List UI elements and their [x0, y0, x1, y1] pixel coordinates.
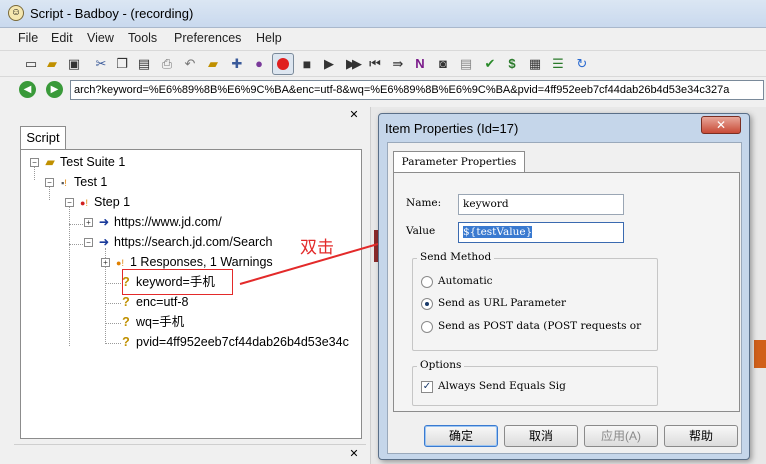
open-icon[interactable]: ▰	[43, 55, 61, 73]
options-title: Options	[417, 359, 465, 371]
value-label: Value	[406, 225, 436, 237]
close-icon[interactable]: ✕	[348, 109, 360, 121]
camera-icon[interactable]: ◙	[434, 55, 452, 73]
test-icon: ▪!	[61, 178, 67, 188]
tree-item-test-suite[interactable]: ▰ Test Suite 1	[43, 153, 125, 171]
bottom-panel	[14, 444, 366, 464]
tree-item-step[interactable]: ●! Step 1	[77, 193, 130, 211]
record-icon	[277, 58, 289, 70]
tree-item-parameter[interactable]: ? enc=utf-8	[119, 293, 188, 311]
close-icon[interactable]: ✕	[701, 116, 741, 134]
toolbar: ▭ ▰ ▣ ✂ ❐ ▤ ⎙ ↶ ▰ ✚ ● ■ ▶ ▶▶ ⏮ ⇛ N ◙ ▤ ✔…	[0, 50, 766, 77]
radio-label: Send as POST data (POST requests or	[438, 320, 642, 332]
refresh-icon[interactable]: ↻	[573, 55, 591, 73]
radio-url-parameter[interactable]	[421, 298, 433, 310]
chart-icon[interactable]: ☰	[549, 55, 567, 73]
menu-edit[interactable]: Edit	[51, 31, 73, 45]
dialog-title: Item Properties (Id=17)	[385, 121, 519, 136]
app-icon: ☺	[8, 5, 24, 21]
menu-help[interactable]: Help	[256, 31, 282, 45]
forward-icon[interactable]: ▶	[46, 81, 63, 98]
new-icon[interactable]: ▭	[22, 55, 40, 73]
name-label: Name:	[406, 197, 442, 209]
collapse-toggle[interactable]: −	[30, 158, 39, 167]
add-item-icon-2[interactable]: ●	[250, 55, 268, 73]
dollar-icon[interactable]: $	[503, 55, 521, 73]
window-title: Script - Badboy - (recording)	[30, 6, 194, 21]
grid-icon[interactable]: ▦	[526, 55, 544, 73]
cancel-button[interactable]: 取消	[504, 425, 578, 447]
print-icon[interactable]: ⎙	[158, 55, 176, 73]
close-icon[interactable]: ✕	[348, 448, 360, 460]
radio-label: Send as URL Parameter	[438, 297, 567, 309]
collapse-toggle[interactable]: −	[84, 238, 93, 247]
record-button[interactable]	[272, 53, 294, 75]
background-page-fragment	[754, 340, 766, 368]
cut-icon[interactable]: ✂	[92, 55, 110, 73]
always-send-equals-checkbox[interactable]: ✓	[421, 381, 433, 393]
item-properties-dialog: Item Properties (Id=17) ✕ Parameter Prop…	[378, 113, 750, 460]
step-back-icon[interactable]: ⏮	[366, 55, 384, 73]
options-group: Options ✓ Always Send Equals Sig	[412, 359, 658, 406]
apply-button[interactable]: 应用(A)	[584, 425, 658, 447]
ok-button[interactable]: 确定	[424, 425, 498, 447]
menu-view[interactable]: View	[87, 31, 114, 45]
radio-label: Automatic	[438, 275, 493, 287]
stop-icon[interactable]: ■	[298, 55, 316, 73]
check-icon[interactable]: ✔	[481, 55, 499, 73]
name-field[interactable]: keyword	[458, 194, 624, 215]
parameter-properties-panel: Name: keyword Value ${testValue} Send Me…	[393, 172, 740, 412]
folder-icon: ▰	[45, 155, 55, 169]
back-icon[interactable]: ◀	[19, 81, 36, 98]
value-field[interactable]: ${testValue}	[458, 222, 624, 243]
address-bar: ◀ ▶ arch?keyword=%E6%89%8B%E6%9C%BA&enc=…	[0, 78, 766, 102]
checkbox-label: Always Send Equals Sig	[438, 380, 566, 392]
collapse-toggle[interactable]: −	[65, 198, 74, 207]
send-method-title: Send Method	[417, 251, 495, 263]
help-button[interactable]: 帮助	[664, 425, 738, 447]
tree-item-parameter[interactable]: ? wq=手机	[119, 313, 184, 331]
menu-file[interactable]: File	[18, 31, 38, 45]
save-icon[interactable]: ▣	[65, 55, 83, 73]
tree-item-request[interactable]: ➜ https://www.jd.com/	[97, 213, 222, 231]
n-icon[interactable]: N	[411, 55, 429, 73]
title-bar: ☺ Script - Badboy - (recording)	[0, 0, 766, 28]
menu-bar: File Edit View Tools Preferences Help	[0, 29, 766, 49]
parameter-icon: ?	[122, 295, 130, 309]
radio-automatic[interactable]	[421, 276, 433, 288]
tab-parameter-properties[interactable]: Parameter Properties	[393, 151, 525, 173]
dialog-body: Parameter Properties Name: keyword Value…	[387, 142, 742, 454]
step-icon: ●!	[80, 198, 88, 208]
annotation-text: 双击	[300, 238, 334, 257]
play-icon[interactable]: ▶	[320, 55, 338, 73]
step-icon[interactable]: ⇛	[389, 55, 407, 73]
highlight-box	[122, 269, 233, 295]
request-icon: ➜	[98, 215, 110, 229]
menu-preferences[interactable]: Preferences	[174, 31, 241, 45]
collapse-toggle[interactable]: −	[45, 178, 54, 187]
menu-tools[interactable]: Tools	[128, 31, 157, 45]
tree-item-request[interactable]: ➜ https://search.jd.com/Search	[97, 233, 273, 251]
tree-item-parameter[interactable]: ? pvid=4ff952eeb7cf44dab26b4d53e34c	[119, 333, 349, 351]
expand-toggle[interactable]: +	[84, 218, 93, 227]
play-all-icon[interactable]: ▶▶	[343, 55, 362, 73]
parameter-icon: ?	[122, 335, 130, 349]
add-step-icon[interactable]: ▰	[204, 55, 222, 73]
request-icon: ➜	[98, 235, 110, 249]
tab-script[interactable]: Script	[20, 126, 66, 150]
undo-icon[interactable]: ↶	[181, 55, 199, 73]
page-icon[interactable]: ▤	[457, 55, 475, 73]
add-item-icon[interactable]: ✚	[228, 55, 246, 73]
parameter-icon: ?	[122, 315, 130, 329]
radio-post-data[interactable]	[421, 321, 433, 333]
copy-icon[interactable]: ❐	[113, 55, 131, 73]
send-method-group: Send Method Automatic Send as URL Parame…	[412, 251, 658, 351]
url-input[interactable]: arch?keyword=%E6%89%8B%E6%9C%BA&enc=utf-…	[70, 80, 764, 100]
paste-icon[interactable]: ▤	[135, 55, 153, 73]
tree-item-test[interactable]: ▪! Test 1	[57, 173, 107, 191]
expand-toggle[interactable]: +	[101, 258, 110, 267]
